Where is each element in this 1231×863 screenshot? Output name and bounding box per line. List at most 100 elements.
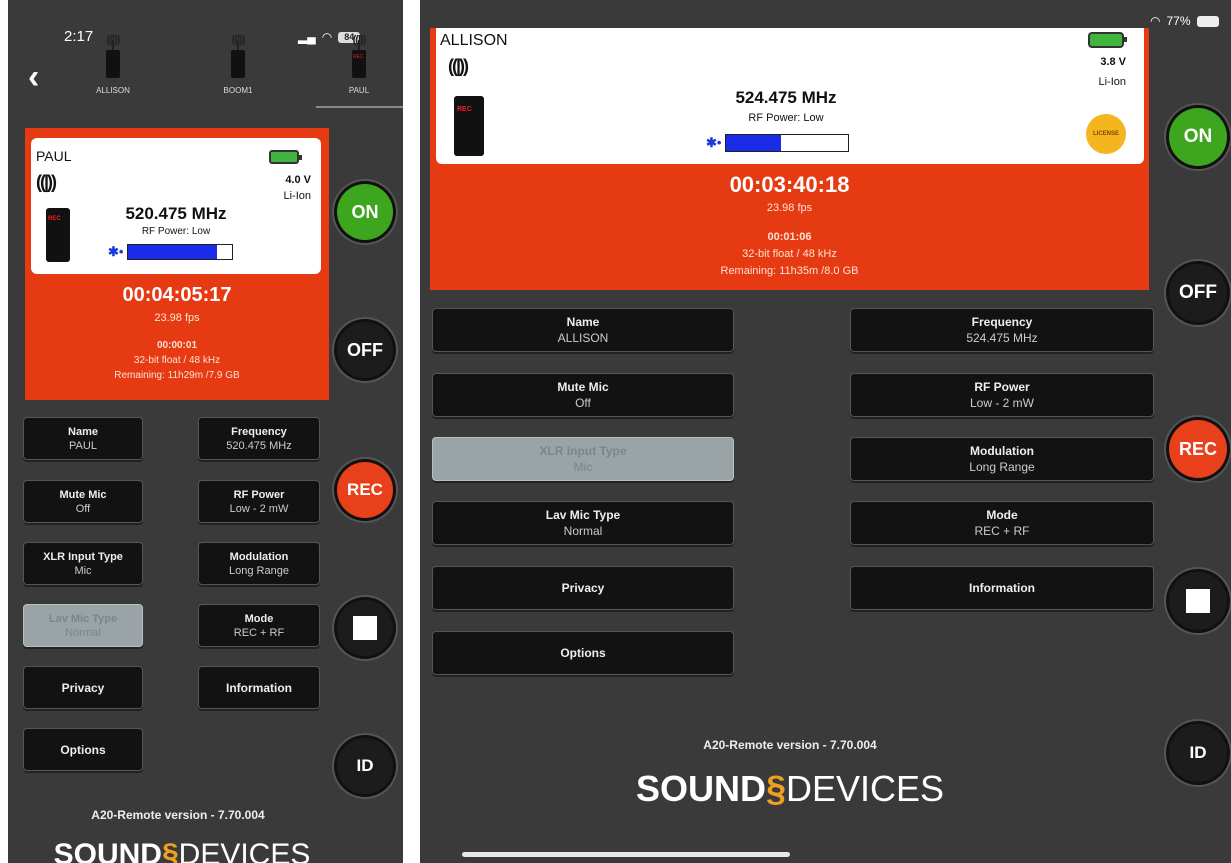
device-name: PAUL xyxy=(36,148,72,164)
remaining-storage: Remaining: 11h29m /7.9 GB xyxy=(114,370,240,381)
on-label: ON xyxy=(1183,126,1213,147)
rf-power-readout: RF Power: Low xyxy=(141,226,211,237)
rec-label: REC xyxy=(347,480,383,499)
frequency-button[interactable]: Frequency 520.475 MHz xyxy=(198,417,320,460)
device-tab-paul[interactable]: ((|))REC PAUL xyxy=(324,34,394,95)
name-button[interactable]: Name ALLISON xyxy=(432,308,734,352)
timecode: 00:03:40:18 xyxy=(729,172,850,197)
modulation-button[interactable]: Modulation Long Range xyxy=(850,437,1154,481)
battery-type: Li-Ion xyxy=(1098,76,1126,88)
version-label: A20-Remote version - 7.70.004 xyxy=(703,738,877,752)
wifi-icon: ◠ xyxy=(1150,14,1161,28)
mode-button[interactable]: Mode REC + RF xyxy=(198,604,320,647)
stop-button[interactable] xyxy=(1169,572,1227,630)
version-label: A20-Remote version - 7.70.004 xyxy=(91,808,265,822)
active-tab-indicator xyxy=(316,106,403,108)
lav-mic-type-button[interactable]: Lav Mic Type Normal xyxy=(432,501,734,545)
phone-screen: 2:17 ▂▄ ◠ 84 ‹ ((|)) ALLISON ((|)) BOOM1… xyxy=(8,0,403,863)
battery-icon xyxy=(1196,15,1219,27)
battery-percent: 77% xyxy=(1166,14,1191,28)
transmitter-icon: ((|)) xyxy=(105,34,121,80)
device-tab-label: BOOM1 xyxy=(223,86,253,95)
stop-icon xyxy=(1186,589,1210,613)
battery-icon xyxy=(1088,32,1127,48)
privacy-button[interactable]: Privacy xyxy=(23,666,143,709)
status-icons: ◠ 77% xyxy=(1150,14,1219,28)
id-label: ID xyxy=(356,756,374,775)
information-button[interactable]: Information xyxy=(198,666,320,709)
transmitter-icon: ((|)) xyxy=(230,34,246,80)
device-tab-boom1[interactable]: ((|)) BOOM1 xyxy=(203,34,273,95)
logo-swirl-icon: § xyxy=(765,768,786,809)
frame-rate: 23.98 fps xyxy=(766,202,813,214)
name-button[interactable]: Name PAUL xyxy=(23,417,143,460)
logo-swirl-icon: § xyxy=(161,838,179,863)
frame-rate: 23.98 fps xyxy=(154,312,200,324)
back-button[interactable]: ‹ xyxy=(28,60,39,94)
frequency-readout: 524.475 MHz xyxy=(735,88,837,107)
battery-icon xyxy=(269,150,302,164)
bluetooth-icon: ✱• xyxy=(706,135,722,150)
device-tab-label: ALLISON xyxy=(96,86,130,95)
cell-signal-icon: ▂▄ xyxy=(298,30,316,44)
home-indicator[interactable] xyxy=(462,852,790,857)
on-button[interactable]: ON xyxy=(337,184,393,240)
battery-voltage: 3.8 V xyxy=(1100,56,1126,68)
elapsed-time: 00:01:06 xyxy=(767,231,812,243)
frequency-readout: 520.475 MHz xyxy=(125,204,227,223)
id-button[interactable]: ID xyxy=(1169,724,1227,782)
xlr-input-type-button[interactable]: XLR Input Type Mic xyxy=(432,437,734,481)
tablet-screen: ◠ 77% ALLISON ((|)) REC 524.475 MHz RF P… xyxy=(420,0,1231,863)
device-tab-allison[interactable]: ((|)) ALLISON xyxy=(78,34,148,95)
rec-button[interactable]: REC xyxy=(1169,420,1227,478)
device-card: ALLISON ((|)) REC 524.475 MHz RF Power: … xyxy=(436,28,1144,164)
audio-level-bar xyxy=(725,134,850,152)
mode-button[interactable]: Mode REC + RF xyxy=(850,501,1154,545)
sound-devices-logo: SOUND§DEVICES xyxy=(635,768,945,809)
timecode: 00:04:05:17 xyxy=(122,284,232,306)
lav-mic-type-button[interactable]: Lav Mic Type Normal xyxy=(23,604,143,647)
device-tab-label: PAUL xyxy=(348,86,370,95)
transmitter-icon: ((|)) REC xyxy=(448,56,488,156)
mute-mic-button[interactable]: Mute Mic Off xyxy=(23,480,143,523)
id-label: ID xyxy=(1189,743,1207,762)
elapsed-time: 00:00:01 xyxy=(156,340,198,351)
stop-icon xyxy=(353,616,377,640)
audio-meter: ✱• xyxy=(108,244,234,260)
rf-power-button[interactable]: RF Power Low - 2 mW xyxy=(850,373,1154,417)
stop-button[interactable] xyxy=(337,600,393,656)
on-button[interactable]: ON xyxy=(1169,108,1227,166)
information-button[interactable]: Information xyxy=(850,566,1154,610)
rec-button[interactable]: REC xyxy=(337,462,393,518)
status-panel: PAUL ((|)) REC 520.475 MHz RF Power: Low… xyxy=(25,128,329,400)
rf-power-button[interactable]: RF Power Low - 2 mW xyxy=(198,480,320,523)
recording-format: 32-bit float / 48 kHz xyxy=(742,248,837,260)
options-button[interactable]: Options xyxy=(432,631,734,675)
rf-power-readout: RF Power: Low xyxy=(748,112,824,124)
sound-devices-logo: SOUND§DEVICES xyxy=(22,838,342,863)
off-button[interactable]: OFF xyxy=(1169,264,1227,322)
audio-level-fill xyxy=(726,135,782,151)
frequency-button[interactable]: Frequency 524.475 MHz xyxy=(850,308,1154,352)
status-panel: ALLISON ((|)) REC 524.475 MHz RF Power: … xyxy=(430,28,1149,290)
license-badge-icon: LICENSE xyxy=(1086,114,1126,154)
audio-meter: ✱• xyxy=(706,134,850,152)
audio-level-bar xyxy=(127,244,234,260)
remaining-storage: Remaining: 11h35m /8.0 GB xyxy=(720,265,859,277)
xlr-input-type-button[interactable]: XLR Input Type Mic xyxy=(23,542,143,585)
transmitter-icon: ((|))REC xyxy=(351,34,367,80)
privacy-button[interactable]: Privacy xyxy=(432,566,734,610)
mute-mic-button[interactable]: Mute Mic Off xyxy=(432,373,734,417)
audio-level-fill xyxy=(128,245,217,259)
transmitter-icon: ((|)) REC xyxy=(36,172,76,264)
id-button[interactable]: ID xyxy=(337,738,393,794)
off-button[interactable]: OFF xyxy=(337,322,393,378)
battery-type: Li-Ion xyxy=(283,190,311,202)
battery-voltage: 4.0 V xyxy=(285,174,311,186)
device-card: PAUL ((|)) REC 520.475 MHz RF Power: Low… xyxy=(31,138,321,274)
recording-format: 32-bit float / 48 kHz xyxy=(133,355,221,366)
rec-label: REC xyxy=(1178,438,1217,459)
device-name: ALLISON xyxy=(440,32,508,49)
modulation-button[interactable]: Modulation Long Range xyxy=(198,542,320,585)
options-button[interactable]: Options xyxy=(23,728,143,771)
